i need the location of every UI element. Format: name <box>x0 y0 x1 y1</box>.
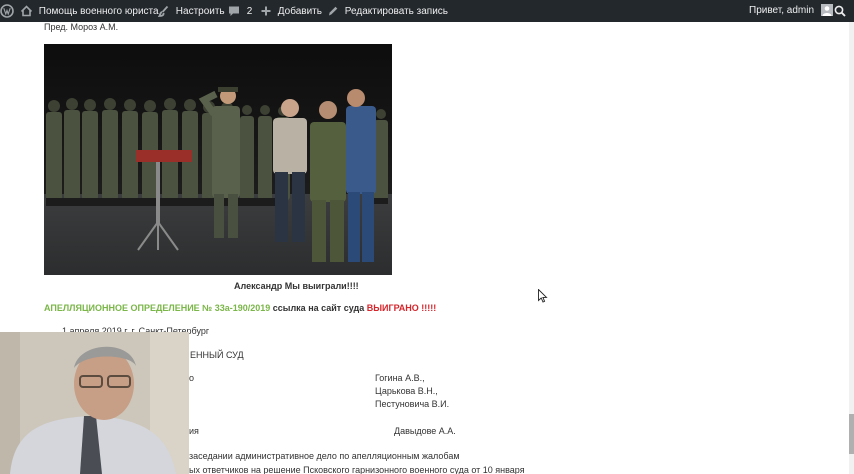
wp-logo-menu[interactable] <box>0 0 14 22</box>
judge-pestunovich: Пестуновича В.И. <box>375 399 450 409</box>
search-toggle[interactable] <box>834 0 846 22</box>
plus-icon <box>261 6 274 17</box>
judge-tsarkov: Царькова В.Н., <box>375 386 438 396</box>
court-site-link[interactable]: ссылка на сайт суда <box>270 303 366 313</box>
body-line-2: ых ответчиков на решение Псковского гарн… <box>189 465 525 474</box>
comment-bubble-icon <box>228 6 243 17</box>
pencil-icon <box>327 6 341 17</box>
my-account-menu[interactable]: Привет, admin <box>749 0 833 22</box>
edit-post-link[interactable]: Редактировать запись <box>327 0 448 22</box>
mouse-cursor-icon <box>538 288 548 303</box>
edit-post-label: Редактировать запись <box>344 5 448 17</box>
body-line-1: заседании административное дело по апелл… <box>189 451 460 461</box>
add-new-label: Добавить <box>277 5 322 17</box>
won-label: ВЫИГРАНО !!!!! <box>366 303 437 313</box>
home-icon <box>20 5 36 17</box>
greeting-label: Привет, admin <box>749 5 815 16</box>
customize-label: Настроить <box>175 5 225 17</box>
appeal-title: АПЕЛЛЯЦИОННОЕ ОПРЕДЕЛЕНИЕ № 33а-190/2019 <box>44 303 271 313</box>
judge-gogin: Гогина А.В., <box>375 373 425 383</box>
photo-caption: Александр Мы выиграли!!!! <box>234 281 359 291</box>
comments-link[interactable]: 2 <box>228 0 252 22</box>
secretary-davydov: Давыдове А.А. <box>394 426 456 436</box>
presiding-judge-line: Пред. Мороз А.М. <box>44 22 119 32</box>
page-scrollbar[interactable] <box>849 22 854 474</box>
comments-count: 2 <box>246 5 253 17</box>
site-name-menu[interactable]: Помощь военного юриста <box>20 0 159 22</box>
add-new-menu[interactable]: Добавить <box>261 0 322 22</box>
site-name-label: Помощь военного юриста <box>38 5 159 17</box>
paintbrush-icon <box>157 5 173 17</box>
scrollbar-thumb[interactable] <box>849 414 854 454</box>
appeal-heading: АПЕЛЛЯЦИОННОЕ ОПРЕДЕЛЕНИЕ № 33а-190/2019… <box>44 303 436 313</box>
court-name: ЕННЫЙ СУД <box>190 350 244 360</box>
secretary-line-left: ия <box>189 426 199 436</box>
customize-link[interactable]: Настроить <box>157 0 225 22</box>
panel-line-1-left: о <box>189 373 195 383</box>
wordpress-logo-icon <box>0 4 14 18</box>
webcam-overlay <box>0 332 189 474</box>
post-photo <box>44 44 392 275</box>
admin-bar: Помощь военного юриста Настроить 2 Добав… <box>0 0 854 22</box>
search-icon <box>834 5 846 17</box>
avatar-icon <box>820 4 833 17</box>
